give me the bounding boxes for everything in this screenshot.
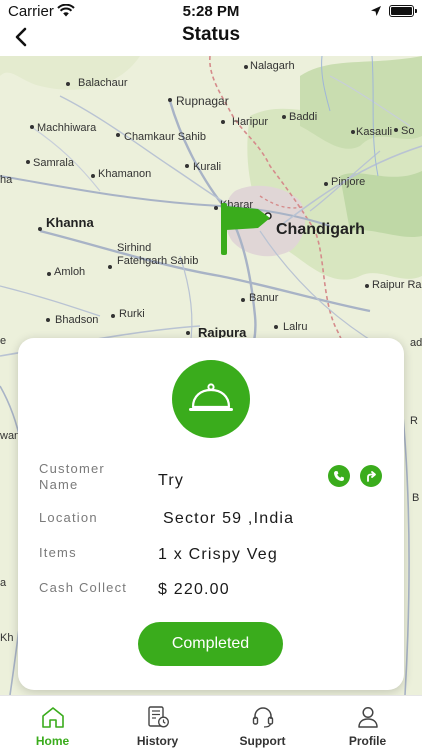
- svg-text:So: So: [401, 125, 414, 137]
- svg-text:Chandigarh: Chandigarh: [276, 221, 365, 238]
- items-value: 1 x Crispy Veg: [158, 546, 278, 563]
- completed-button[interactable]: Completed: [138, 622, 283, 666]
- directions-arrow-icon: [367, 471, 376, 482]
- location-value: Sector 59 ,India: [163, 510, 295, 527]
- headset-icon: [252, 707, 274, 728]
- battery-icon: [389, 5, 417, 17]
- call-button[interactable]: [328, 465, 350, 487]
- svg-text:Bhadson: Bhadson: [55, 314, 98, 326]
- clock: 5:28 PM: [182, 3, 240, 20]
- svg-text:Kasauli: Kasauli: [356, 126, 392, 138]
- directions-button[interactable]: [360, 465, 382, 487]
- bottom-tab-bar: Home History Support Profile: [0, 695, 422, 750]
- items-label: Items: [39, 545, 77, 560]
- tab-home-label: Home: [35, 734, 70, 748]
- nav-header: Status: [0, 22, 422, 56]
- order-status-card: Customer Name Try Location Sector 59 ,In…: [18, 338, 404, 690]
- tab-support[interactable]: Support: [210, 696, 315, 750]
- location-label: Location: [39, 510, 98, 525]
- customer-name-label: Customer Name: [39, 461, 105, 492]
- tab-support-label: Support: [239, 734, 286, 748]
- status-bar: Carrier 5:28 PM: [0, 0, 422, 22]
- svg-text:Chamkaur Sahib: Chamkaur Sahib: [124, 131, 206, 143]
- svg-text:Pinjore: Pinjore: [331, 176, 365, 188]
- svg-text:Fatehgarh Sahib: Fatehgarh Sahib: [117, 255, 198, 267]
- svg-text:Kurali: Kurali: [193, 161, 221, 173]
- svg-text:Baddi: Baddi: [289, 111, 317, 123]
- tab-history[interactable]: History: [105, 696, 210, 750]
- svg-text:Rupnagar: Rupnagar: [176, 94, 229, 108]
- tab-home[interactable]: Home: [0, 696, 105, 750]
- svg-text:Khanna: Khanna: [46, 215, 94, 230]
- svg-text:Khamanon: Khamanon: [98, 168, 151, 180]
- svg-text:Samrala: Samrala: [33, 157, 75, 169]
- svg-text:Haripur: Haripur: [232, 116, 268, 128]
- svg-text:Machhiwara: Machhiwara: [37, 122, 97, 134]
- svg-text:ha: ha: [0, 174, 13, 186]
- tab-profile[interactable]: Profile: [315, 696, 420, 750]
- history-icon: [148, 706, 169, 728]
- cash-collect-value: $ 220.00: [158, 581, 230, 598]
- svg-text:Balachaur: Balachaur: [78, 77, 128, 89]
- svg-text:a: a: [0, 577, 7, 589]
- phone-icon: [334, 471, 344, 481]
- food-cloche-avatar: [172, 360, 250, 438]
- svg-text:Sirhind: Sirhind: [117, 242, 151, 254]
- svg-text:Rurki: Rurki: [119, 308, 145, 320]
- svg-text:Raipur Ra: Raipur Ra: [372, 279, 422, 291]
- page-title: Status: [181, 24, 241, 45]
- cash-collect-label: Cash Collect: [39, 580, 128, 595]
- svg-text:Amloh: Amloh: [54, 266, 85, 278]
- customer-name-value: Try: [158, 472, 185, 489]
- location-arrow-icon: [371, 6, 381, 16]
- svg-text:Kh: Kh: [0, 632, 13, 644]
- home-icon: [42, 707, 64, 728]
- person-icon: [358, 706, 378, 728]
- svg-text:e: e: [0, 335, 6, 347]
- svg-text:B: B: [412, 492, 419, 504]
- svg-text:R: R: [410, 415, 418, 427]
- tab-history-label: History: [136, 734, 179, 748]
- svg-text:adp: adp: [410, 337, 422, 349]
- cloche-icon: [189, 383, 233, 411]
- tab-profile-label: Profile: [348, 734, 387, 748]
- svg-text:Nalagarh: Nalagarh: [250, 60, 295, 72]
- svg-text:Banur: Banur: [249, 292, 279, 304]
- svg-text:Lalru: Lalru: [283, 321, 307, 333]
